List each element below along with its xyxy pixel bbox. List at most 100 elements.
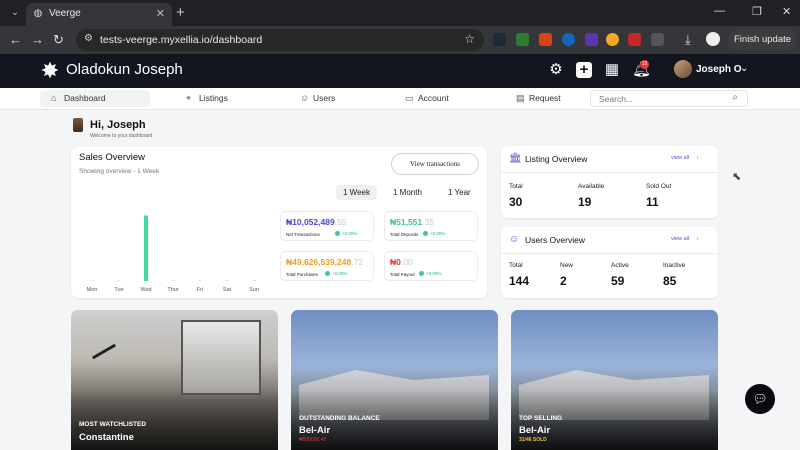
- property-name: Constantine: [79, 432, 134, 443]
- extension-icon[interactable]: [606, 33, 619, 46]
- carousel-dots[interactable]: [175, 444, 181, 448]
- property-card-outstanding-balance[interactable]: OUTSTANDING BALANCE Bel-Air ₦000000.42: [291, 310, 498, 450]
- stat-value: 2: [560, 274, 567, 288]
- period-1-month[interactable]: 1 Month: [386, 185, 429, 200]
- reload-icon[interactable]: ↻: [53, 32, 64, 48]
- stat-change: +0.00%: [419, 271, 441, 276]
- nav-users[interactable]: ☺ Users: [300, 90, 335, 107]
- globe-icon: ◍: [33, 8, 43, 19]
- stat-value: 59: [611, 274, 625, 288]
- app-header: ✸ Oladokun Joseph ⚙ + ▦ 🔔︎ 12 Joseph O ⌄: [0, 54, 800, 88]
- greeting-title: Hi, Joseph: [90, 119, 146, 131]
- stat-label: Total Deposits: [390, 232, 419, 237]
- stat-value: 144: [509, 274, 530, 288]
- extension-icon[interactable]: [628, 33, 641, 46]
- chart-tick-label: Thur: [167, 287, 178, 293]
- sales-bar-chart: Mon Tue Wed Thur Fri Sat Sun: [87, 215, 259, 293]
- download-icon[interactable]: ⤓: [685, 32, 691, 48]
- building-icon: 🏛︎: [509, 153, 522, 164]
- carousel-dots[interactable]: [355, 444, 427, 448]
- site-settings-icon[interactable]: ⚙: [84, 33, 93, 44]
- bookmark-star-icon[interactable]: ☆: [464, 32, 475, 46]
- stat-decimals: .35: [422, 217, 434, 227]
- chevron-down-icon[interactable]: ⌄: [740, 63, 748, 74]
- property-name: Bel-Air: [519, 425, 551, 436]
- chart-tick-label: Tue: [114, 287, 123, 293]
- tab-search-icon[interactable]: ⌄: [8, 6, 22, 20]
- chat-button[interactable]: 💬︎: [745, 384, 775, 414]
- new-tab-icon[interactable]: +: [176, 4, 185, 21]
- view-transactions-button[interactable]: View transactions: [391, 153, 479, 175]
- logo-icon: ✸: [40, 58, 60, 83]
- user-icon: ☺: [509, 234, 520, 245]
- listing-view-all-link[interactable]: view all: [671, 155, 698, 161]
- period-1-year[interactable]: 1 Year: [441, 185, 478, 200]
- extensions-puzzle-icon[interactable]: [651, 33, 664, 46]
- stat-total-payout: ₦0.00 Total Payout +0.00%: [384, 251, 478, 281]
- chart-bar: [198, 280, 202, 281]
- nav-account[interactable]: ▭ Account: [405, 90, 449, 107]
- stat-value: ₦10,052,489.55: [286, 217, 347, 227]
- search-icon[interactable]: ⌕: [732, 92, 738, 103]
- settings-gear-icon[interactable]: ⚙: [548, 62, 564, 78]
- address-bar[interactable]: ⚙ tests-veerge.myxellia.io/dashboard ☆: [76, 29, 484, 51]
- extension-icon[interactable]: [539, 33, 552, 46]
- nav-request[interactable]: ▤ Request: [516, 90, 561, 107]
- users-overview-card: ☺ Users Overview view all Total 144 New …: [501, 227, 718, 298]
- chart-bar: [171, 280, 175, 281]
- calendar-icon: ▤: [516, 93, 525, 103]
- minimize-icon[interactable]: —: [714, 5, 725, 17]
- carousel-dots[interactable]: [603, 444, 627, 448]
- close-window-icon[interactable]: ✕: [782, 5, 791, 18]
- property-image: [181, 320, 261, 395]
- property-image-detail: [91, 343, 117, 360]
- nav-listings[interactable]: ⌖ Listings: [186, 90, 228, 107]
- back-icon[interactable]: ←: [9, 32, 22, 47]
- property-caption: TOP SELLING: [519, 415, 563, 422]
- greeting-illustration: [73, 118, 83, 132]
- property-card-top-selling[interactable]: TOP SELLING Bel-Air 31/46 SOLD: [511, 310, 718, 450]
- browser-tab-bar: ⌄ ◍ Veerge ✕ + — ❐ ✕: [0, 0, 800, 26]
- finish-update-button[interactable]: Finish update: [728, 29, 798, 51]
- sales-overview-title: Sales Overview: [79, 152, 145, 163]
- stat-label: Total Payout: [390, 272, 415, 277]
- home-icon: ⌂: [51, 93, 57, 103]
- stat-decimals: .00: [400, 257, 413, 267]
- profile-avatar[interactable]: [706, 32, 720, 46]
- nav-label: Account: [418, 93, 449, 103]
- extension-icon[interactable]: [562, 33, 575, 46]
- property-sold-count: 31/46 SOLD: [519, 437, 547, 443]
- stat-main: ₦10,052,489: [286, 217, 335, 227]
- chart-bar: [117, 280, 121, 281]
- nav-dashboard[interactable]: ⌂ Dashboard: [40, 90, 150, 107]
- users-overview-title: Users Overview: [525, 235, 585, 245]
- property-name: Bel-Air: [299, 425, 331, 436]
- stat-value: 19: [578, 195, 592, 209]
- stat-total-purchases: ₦49,626,539,248.72 Total Purchases +0.00…: [280, 251, 374, 281]
- extension-icon[interactable]: [585, 33, 598, 46]
- stat-value: ₦0.00: [390, 257, 413, 267]
- mouse-cursor-icon: ⬉: [732, 171, 742, 183]
- user-name[interactable]: Joseph O: [696, 64, 742, 75]
- user-avatar[interactable]: [674, 60, 692, 78]
- stat-label: Total: [509, 262, 523, 269]
- property-card-most-watchlisted[interactable]: MOST WATCHLISTED Constantine: [71, 310, 278, 450]
- extension-icon[interactable]: [516, 33, 529, 46]
- search-input[interactable]: [599, 93, 719, 105]
- close-tab-icon[interactable]: ✕: [156, 7, 165, 20]
- stat-label: Total Purchases: [286, 272, 319, 277]
- chart-bar: [252, 280, 256, 281]
- add-icon[interactable]: +: [576, 62, 592, 78]
- apps-grid-icon[interactable]: ▦: [604, 62, 620, 78]
- extension-icon[interactable]: [493, 33, 506, 46]
- browser-tab[interactable]: ◍ Veerge ✕: [26, 3, 172, 26]
- forward-icon[interactable]: →: [31, 32, 44, 47]
- chart-tick-label: Sat: [223, 287, 232, 293]
- greeting-subtitle: Welcome to your dashboard: [90, 133, 153, 139]
- restore-icon[interactable]: ❐: [752, 5, 762, 18]
- property-caption: MOST WATCHLISTED: [79, 421, 147, 428]
- stat-label: Inactive: [663, 262, 686, 269]
- chart-tick-label: Sun: [249, 287, 259, 293]
- users-view-all-link[interactable]: view all: [671, 236, 698, 242]
- period-1-week[interactable]: 1 Week: [336, 185, 377, 200]
